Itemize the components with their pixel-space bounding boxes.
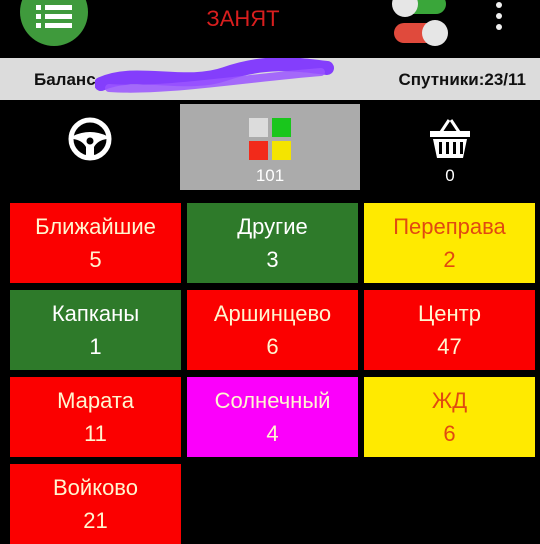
tab-basket-count: 0	[445, 166, 455, 185]
zone-count: 3	[266, 247, 279, 272]
zone-count: 2	[443, 247, 456, 272]
zone-count: 11	[84, 421, 107, 446]
zone-grid: Ближайшие 5 Другие 3 Переправа 2 Капканы 1 Аршин…	[0, 190, 540, 544]
zone-tile[interactable]: ЖД 6	[364, 377, 535, 457]
zone-count: 21	[83, 508, 108, 533]
tab-driver[interactable]	[0, 104, 180, 190]
toggle-group	[390, 0, 448, 50]
zone-name: Центр	[418, 301, 481, 326]
zone-count: 47	[437, 334, 462, 359]
color-squares-icon	[249, 118, 291, 160]
zone-name: Солнечный	[214, 388, 331, 413]
zone-tile[interactable]: Войково 21	[10, 464, 181, 544]
zone-name: Марата	[57, 388, 134, 413]
zone-count: 6	[443, 421, 456, 446]
toggle-knob	[392, 0, 418, 17]
redaction-scribble	[95, 58, 334, 93]
zone-count: 6	[266, 334, 279, 359]
zone-tile[interactable]: Другие 3	[187, 203, 358, 283]
zone-tile[interactable]: Солнечный 4	[187, 377, 358, 457]
top-bar: ЗАНЯТ	[0, 0, 540, 58]
tab-zones-count: 101	[255, 166, 285, 185]
zone-tile[interactable]: Аршинцево 6	[187, 290, 358, 370]
zone-tile[interactable]: Центр 47	[364, 290, 535, 370]
zone-name: ЖД	[431, 388, 468, 413]
zone-count: 4	[266, 421, 279, 446]
zone-count: 5	[89, 247, 102, 272]
zone-tile[interactable]: Марата 11	[10, 377, 181, 457]
zone-tile[interactable]: Ближайшие 5	[10, 203, 181, 283]
zone-name: Переправа	[393, 214, 506, 239]
zone-tile[interactable]: Переправа 2	[364, 203, 535, 283]
tab-zones[interactable]: 101	[180, 104, 360, 190]
balance-label: Баланс	[34, 70, 96, 89]
tab-bar: 101 0	[0, 100, 540, 190]
zone-tile[interactable]: Капканы 1	[10, 290, 181, 370]
toggle-knob	[422, 20, 448, 46]
toggle-switch-top[interactable]	[392, 0, 446, 17]
basket-icon	[430, 119, 470, 158]
zone-name: Капканы	[51, 301, 140, 326]
steering-wheel-icon	[68, 117, 112, 161]
zone-name: Войково	[53, 475, 138, 500]
zone-count: 1	[89, 334, 102, 359]
zone-name: Другие	[237, 214, 308, 239]
satellites-counter: Спутники:23/11	[398, 70, 526, 89]
tab-basket[interactable]: 0	[360, 104, 540, 190]
zone-name: Ближайшие	[35, 214, 156, 239]
zone-name: Аршинцево	[213, 301, 332, 326]
toggle-switch-bottom[interactable]	[394, 20, 448, 46]
overflow-menu-icon[interactable]	[490, 2, 508, 38]
